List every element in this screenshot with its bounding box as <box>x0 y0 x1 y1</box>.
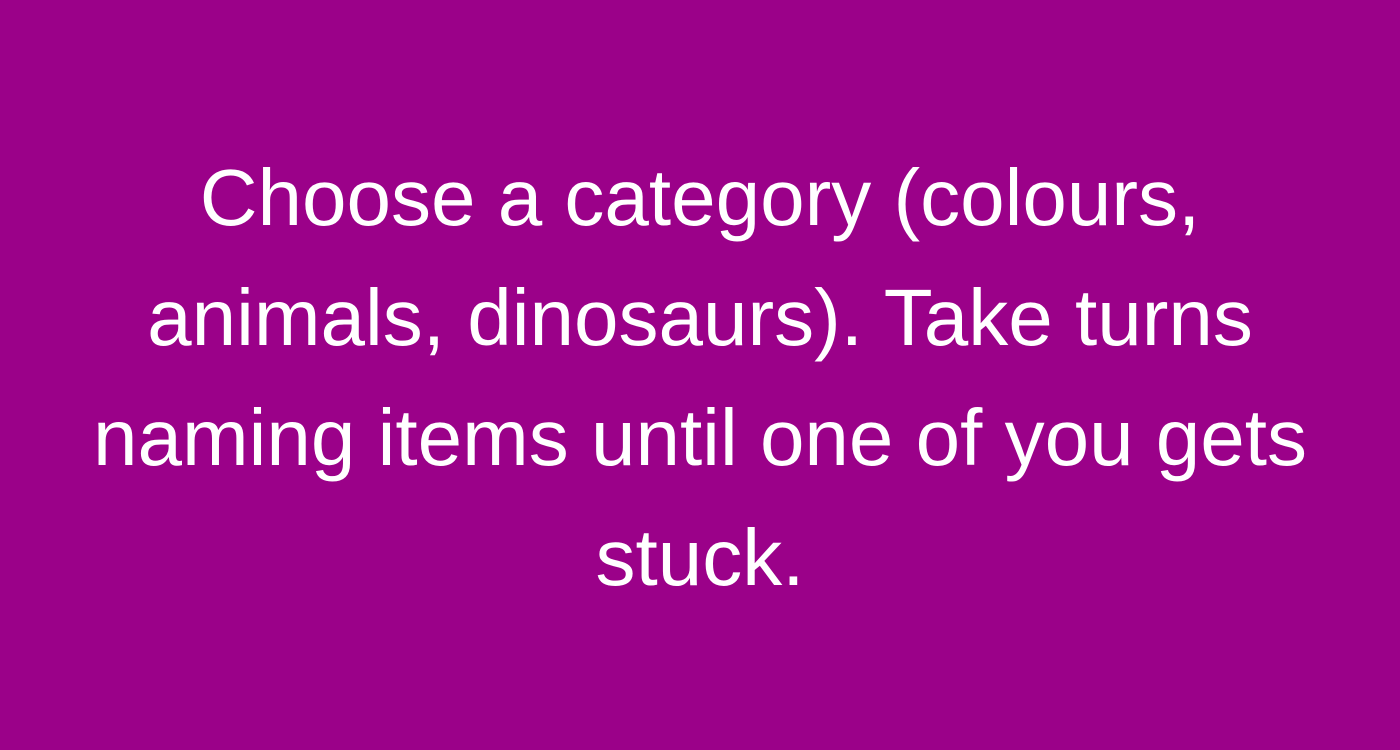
instruction-text: Choose a category (colours, animals, din… <box>92 153 1308 602</box>
instruction-card: Choose a category (colours, animals, din… <box>0 0 1400 750</box>
